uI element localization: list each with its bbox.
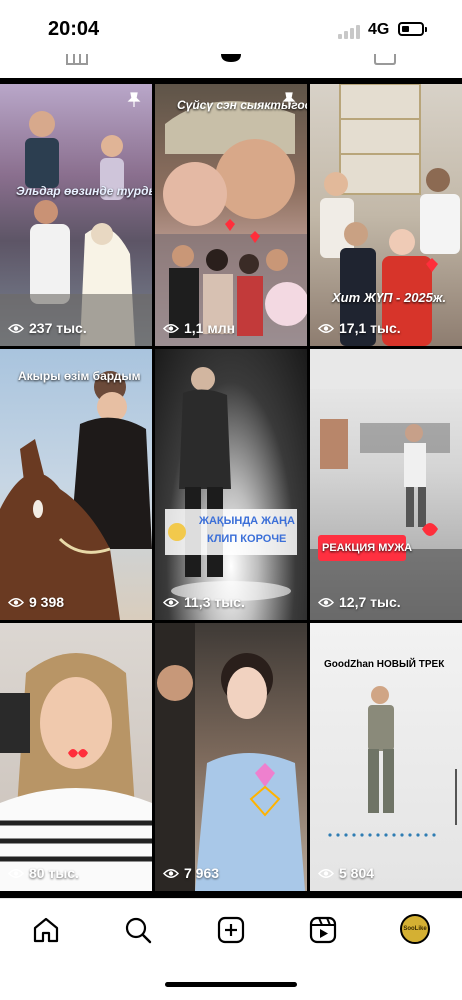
reel-tile[interactable]: ЖАҚЫНДА ЖАҢА КЛИП КОРОЧЕ 11,3 тыс.: [155, 349, 307, 620]
create-icon[interactable]: [217, 916, 245, 944]
view-count: 7 963: [163, 865, 219, 881]
reel-caption: Акыры өзім бардым: [18, 369, 141, 383]
reel-tile[interactable]: 80 тыс.: [0, 623, 152, 891]
network-type: 4G: [368, 21, 390, 38]
view-count: 237 тыс.: [8, 320, 87, 336]
reel-tile[interactable]: Эльдар өөзинде турды 237 тыс.: [0, 84, 152, 346]
view-count: 12,7 тыс.: [318, 594, 401, 610]
reel-tile[interactable]: Акыры өзім бардым 9 398: [0, 349, 152, 620]
view-count-text: 7 963: [184, 865, 220, 881]
cellular-signal-icon: [338, 23, 362, 39]
reel-caption: РЕАКЦИЯ МУЖА: [322, 542, 413, 554]
eye-icon: [163, 597, 179, 607]
reel-tile[interactable]: Хит ЖҮП - 2025ж. 17,1 тыс.: [310, 84, 462, 346]
reels-icon[interactable]: [219, 54, 243, 64]
reel-caption-line2: КЛИП КОРОЧЕ: [207, 533, 287, 545]
eye-icon: [8, 597, 24, 607]
view-count: 11,3 тыс.: [163, 594, 245, 610]
home-indicator: [165, 982, 297, 987]
eye-icon: [318, 323, 334, 333]
eye-icon: [8, 323, 24, 333]
pin-icon: [127, 92, 141, 107]
reel-caption: GoodZhan НОВЫЙ ТРЕК: [324, 659, 445, 670]
view-count-text: 237 тыс.: [29, 320, 87, 336]
view-count: 17,1 тыс.: [318, 320, 401, 336]
reel-tile[interactable]: GoodZhan НОВЫЙ ТРЕК 5 804: [310, 623, 462, 891]
reels-icon[interactable]: [309, 916, 337, 944]
view-count: 9 398: [8, 594, 64, 610]
view-count-text: 17,1 тыс.: [339, 320, 401, 336]
reel-caption: Эльдар өөзинде турды: [16, 184, 152, 198]
battery-level-fill: [402, 26, 409, 32]
pin-icon: [282, 92, 296, 107]
view-count-text: 12,7 тыс.: [339, 594, 401, 610]
reel-caption-line1: ЖАҚЫНДА ЖАҢА: [199, 515, 295, 527]
reel-tile[interactable]: Сүйсү сэн сыяктыгоо 1,1 млн: [155, 84, 307, 346]
reel-caption: Хит ЖҮП - 2025ж.: [332, 290, 447, 305]
view-count: 80 тыс.: [8, 865, 79, 881]
eye-icon: [318, 597, 334, 607]
status-time: 20:04: [48, 18, 100, 40]
eye-icon: [318, 868, 334, 878]
reels-grid: Эльдар өөзинде турды 237 тыс. Сүйсү сэн …: [0, 78, 462, 898]
reel-tile[interactable]: РЕАКЦИЯ МУЖА 12,7 тыс.: [310, 349, 462, 620]
profile-tabs: [0, 42, 462, 115]
view-count: 1,1 млн: [163, 320, 235, 336]
view-count: 5 804: [318, 865, 374, 881]
view-count-text: 5 804: [339, 865, 375, 881]
profile-avatar[interactable]: SooLike: [400, 914, 430, 944]
view-count-text: 1,1 млн: [184, 320, 236, 336]
home-icon[interactable]: [32, 916, 60, 944]
eye-icon: [8, 868, 24, 878]
avatar-logo-text: SooLike: [403, 926, 427, 932]
eye-icon: [163, 323, 179, 333]
view-count-text: 11,3 тыс.: [184, 594, 245, 610]
view-count-text: 80 тыс.: [29, 865, 79, 881]
tagged-icon[interactable]: [373, 54, 397, 66]
reel-tile[interactable]: 7 963: [155, 623, 307, 891]
search-icon[interactable]: [124, 916, 152, 944]
view-count-text: 9 398: [29, 594, 65, 610]
battery-icon: [398, 22, 427, 36]
grid-icon[interactable]: [66, 54, 88, 66]
eye-icon: [163, 868, 179, 878]
